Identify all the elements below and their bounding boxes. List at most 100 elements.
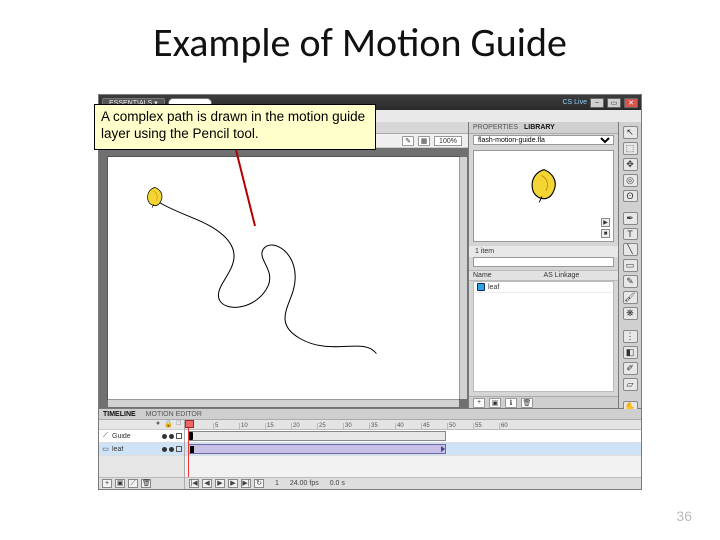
layer-row-guide[interactable]: ⟋Guide (99, 430, 184, 443)
slide-title: Example of Motion Guide (0, 18, 720, 67)
preview-play-button[interactable]: ▶ (601, 218, 610, 227)
horizontal-scrollbar[interactable] (108, 399, 459, 407)
maximize-button[interactable]: ▭ (607, 98, 621, 108)
ruler-mark: 40 (395, 423, 421, 429)
step-back-button[interactable]: ◀ (202, 479, 212, 488)
timeline-panel: TIMELINE MOTION EDITOR ● 🔒 □ ⟋Guide▭leaf… (99, 408, 641, 489)
library-item-list: leaf (473, 281, 614, 392)
stage-holder (99, 148, 468, 408)
track-leaf[interactable] (185, 443, 641, 456)
list-item[interactable]: leaf (474, 282, 613, 293)
text-tool[interactable]: T (623, 228, 638, 240)
paint-bucket-tool[interactable]: ◧ (623, 346, 638, 359)
ruler-mark: 5 (213, 423, 239, 429)
timeline-footer: |◀ ◀ ▶ ▶ ▶| ↻ 1 24.00 fps 0.0 s (185, 477, 641, 489)
step-forward-button[interactable]: ▶ (228, 479, 238, 488)
new-layer-button[interactable]: + (102, 479, 112, 488)
layer-row-leaf[interactable]: ▭leaf (99, 443, 184, 456)
rectangle-tool[interactable]: ▭ (623, 259, 638, 272)
ruler-mark: 30 (343, 423, 369, 429)
outline-square[interactable] (176, 433, 182, 439)
layer-type-icon: ⟋ (101, 432, 110, 441)
line-tool[interactable]: ╲ (623, 243, 638, 256)
outline-square[interactable] (176, 446, 182, 452)
timeline-tab-row: TIMELINE MOTION EDITOR (99, 409, 641, 420)
lock-dot[interactable] (169, 434, 174, 439)
ruler-mark: 35 (369, 423, 395, 429)
tools-panel: ↖⬚✥◎ʘ✒T╲▭✎🖌❋⋮◧✐▱✋🔍 (619, 122, 641, 408)
goto-last-button[interactable]: ▶| (241, 479, 251, 488)
playhead[interactable] (188, 420, 189, 477)
pencil-tool[interactable]: ✎ (623, 275, 638, 288)
stage[interactable] (107, 156, 460, 400)
play-button[interactable]: ▶ (215, 479, 225, 488)
eye-icon[interactable]: ● (156, 420, 160, 429)
new-folder-button[interactable]: ▣ (489, 398, 501, 408)
current-frame: 1 (275, 480, 279, 487)
library-panel: PROPERTIES LIBRARY flash-motion-guide.fl… (469, 122, 619, 408)
subselection-tool[interactable]: ⬚ (623, 142, 638, 155)
selection-tool[interactable]: ↖ (623, 126, 638, 139)
pen-tool[interactable]: ✒ (623, 212, 638, 225)
ruler-mark: 20 (291, 423, 317, 429)
free-transform-tool[interactable]: ✥ (623, 158, 638, 171)
new-folder-button[interactable]: ▣ (115, 479, 125, 488)
ruler-mark: 10 (239, 423, 265, 429)
layer-column: ● 🔒 □ ⟋Guide▭leaf + ▣ ⟋ 🗑 (99, 420, 185, 489)
layer-name: leaf (112, 446, 160, 453)
library-preview-leaf (523, 166, 565, 204)
library-footer: + ▣ ℹ 🗑 (469, 396, 618, 408)
brush-tool[interactable]: 🖌 (623, 291, 638, 304)
visibility-dot[interactable] (162, 447, 167, 452)
lasso-tool[interactable]: ʘ (623, 190, 638, 202)
tab-library[interactable]: LIBRARY (524, 124, 555, 131)
delete-layer-button[interactable]: 🗑 (141, 479, 151, 488)
layer-name: Guide (112, 433, 160, 440)
tab-timeline[interactable]: TIMELINE (103, 411, 136, 418)
vertical-scrollbar[interactable] (459, 157, 467, 399)
edit-symbol-button[interactable]: ▦ (418, 136, 430, 146)
tab-motion-editor[interactable]: MOTION EDITOR (146, 411, 202, 418)
lock-dot[interactable] (169, 447, 174, 452)
flash-app-window: ESSENTIALS ▾ CS Live – ▭ ✕ flash-motion-… (98, 94, 642, 490)
elapsed-time: 0.0 s (330, 480, 345, 487)
eyedropper-tool[interactable]: ✐ (623, 362, 638, 375)
library-list-header: Name AS Linkage (469, 270, 618, 281)
leaf-instance[interactable] (142, 185, 168, 209)
layer-type-icon: ▭ (101, 445, 110, 454)
new-symbol-button[interactable]: + (473, 398, 485, 408)
movieclip-icon (477, 283, 485, 291)
close-button[interactable]: ✕ (624, 98, 638, 108)
layer-footer: + ▣ ⟋ 🗑 (99, 477, 184, 489)
cs-live-link[interactable]: CS Live (562, 99, 587, 106)
column-name[interactable]: Name (473, 272, 544, 279)
visibility-dot[interactable] (162, 434, 167, 439)
preview-stop-button[interactable]: ■ (601, 229, 610, 238)
3d-rotation-tool[interactable]: ◎ (623, 174, 638, 187)
frame-ruler[interactable]: 151015202530354045505560 (185, 420, 641, 430)
zoom-field[interactable]: 100% (434, 136, 462, 146)
lock-icon[interactable]: 🔒 (164, 420, 173, 429)
library-search-input[interactable] (473, 257, 614, 267)
ruler-mark: 55 (473, 423, 499, 429)
edit-scene-button[interactable]: ✎ (402, 136, 414, 146)
library-item-count: 1 item (469, 246, 618, 257)
track-guide[interactable] (185, 430, 641, 443)
column-linkage[interactable]: AS Linkage (544, 272, 615, 279)
loop-button[interactable]: ↻ (254, 479, 264, 488)
properties-button[interactable]: ℹ (505, 398, 517, 408)
deco-tool[interactable]: ❋ (623, 307, 638, 320)
minimize-button[interactable]: – (590, 98, 604, 108)
goto-first-button[interactable]: |◀ (189, 479, 199, 488)
library-file-select[interactable]: flash-motion-guide.fla (473, 135, 614, 145)
add-guide-button[interactable]: ⟋ (128, 479, 138, 488)
bone-tool[interactable]: ⋮ (623, 330, 638, 343)
frames-column: 151015202530354045505560 |◀ ◀ ▶ ▶ ▶| ↻ 1 (185, 420, 641, 489)
tab-properties[interactable]: PROPERTIES (473, 124, 518, 131)
panel-tab-row: PROPERTIES LIBRARY (469, 122, 618, 134)
callout-box: A complex path is drawn in the motion gu… (94, 104, 376, 150)
outline-icon[interactable]: □ (177, 420, 181, 429)
eraser-tool[interactable]: ▱ (623, 378, 638, 391)
delete-button[interactable]: 🗑 (521, 398, 533, 408)
page-number: 36 (676, 508, 692, 524)
